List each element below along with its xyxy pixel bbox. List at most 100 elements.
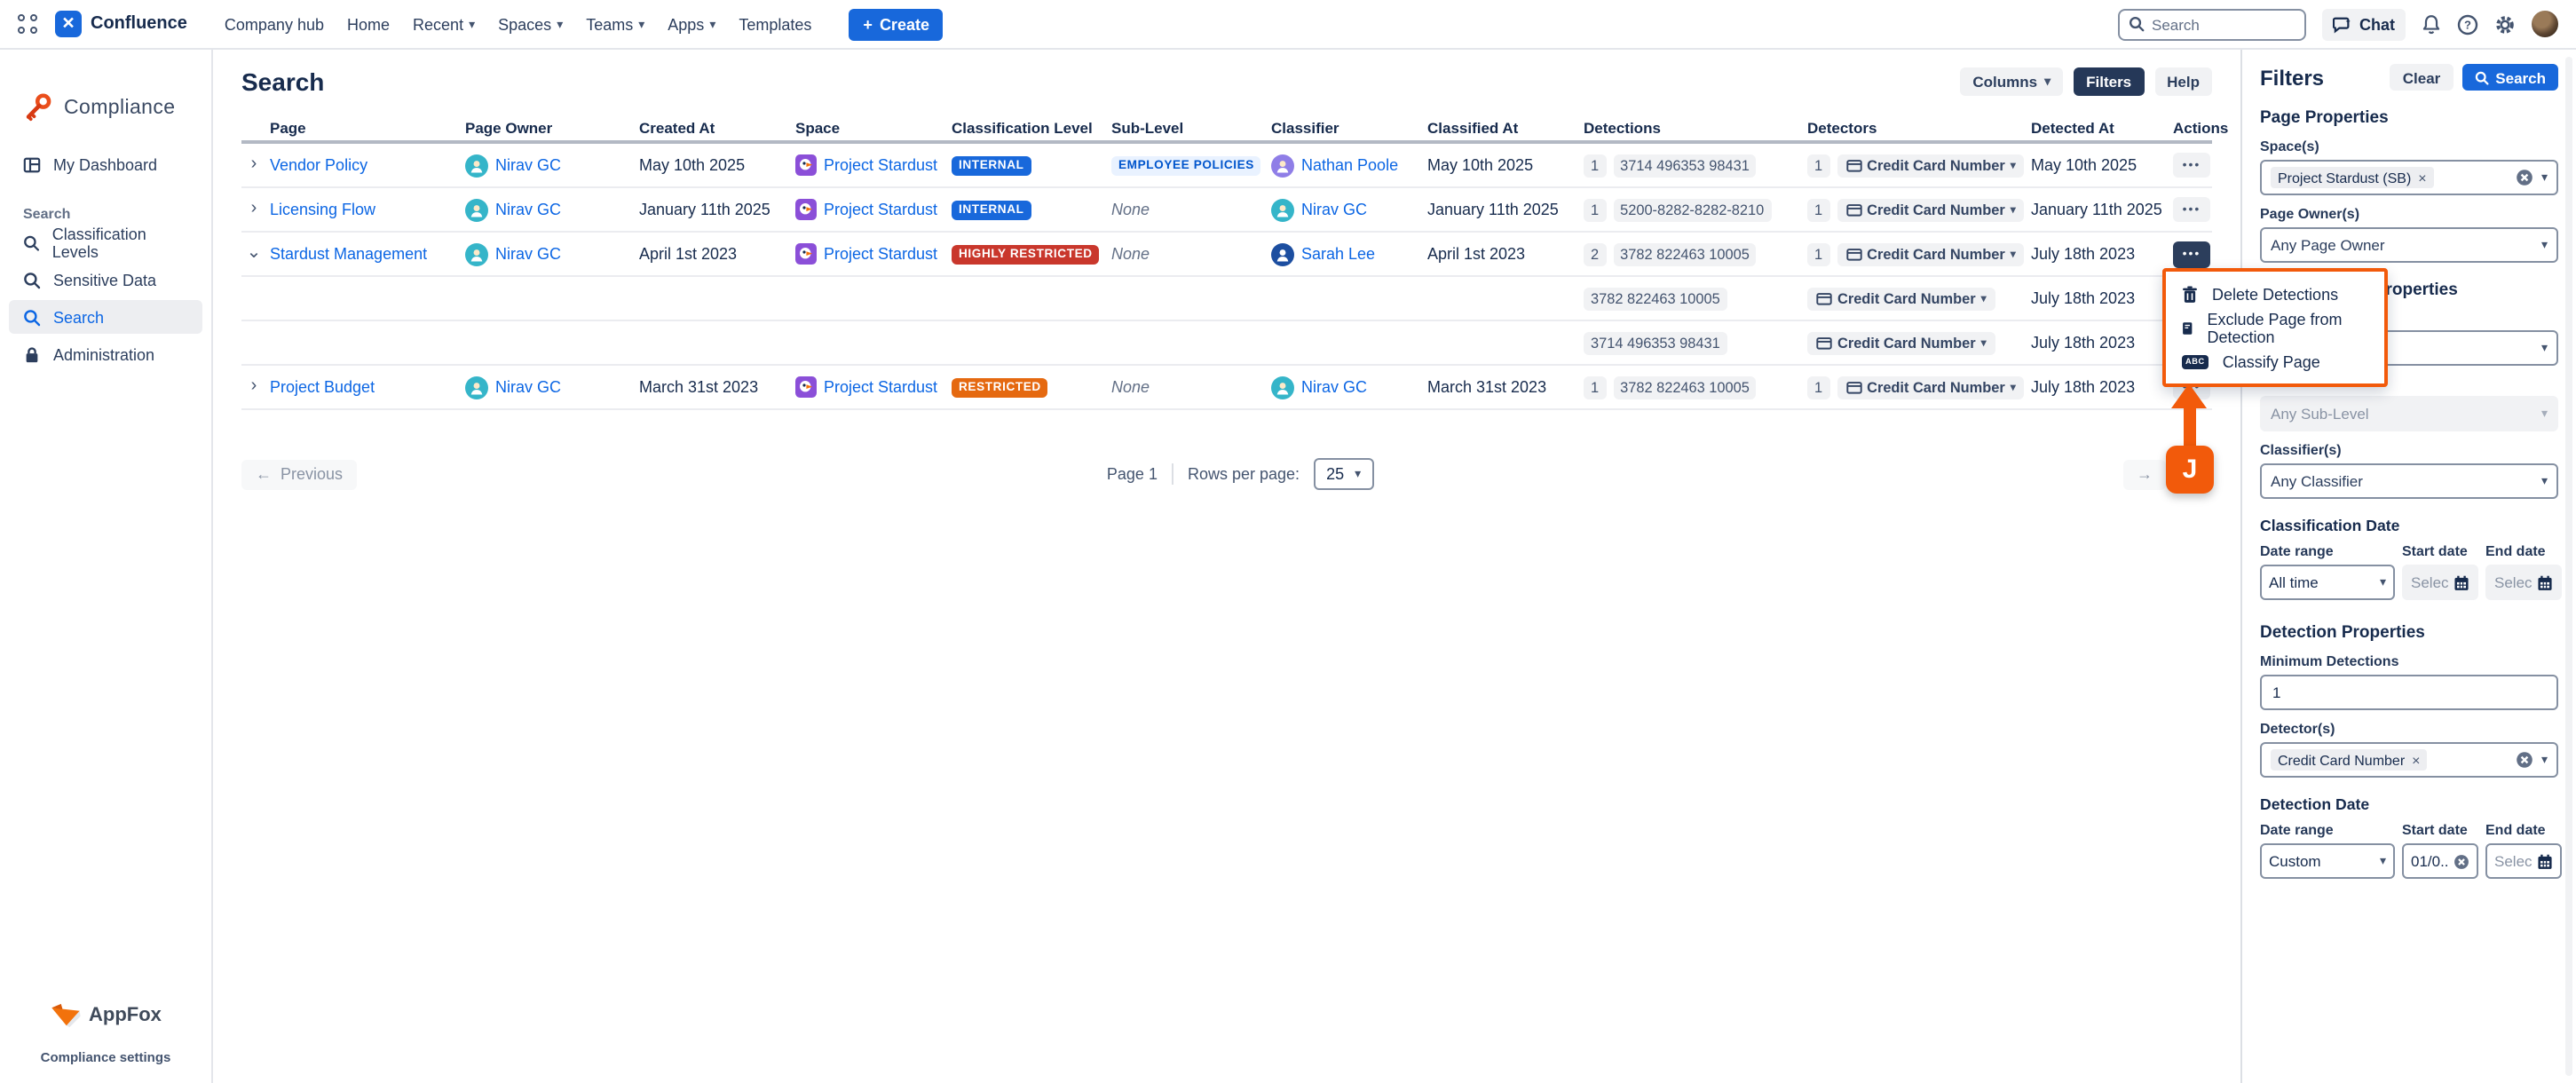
nav-item-recent[interactable]: Recent▾ [413, 15, 475, 33]
row-actions-button[interactable]: ••• [2173, 153, 2210, 178]
scrollbar[interactable] [2565, 57, 2572, 1076]
menu-item-exclude-page[interactable]: Exclude Page from Detection [2166, 311, 2384, 344]
previous-page-button[interactable]: ← Previous [241, 459, 357, 489]
help-button[interactable]: Help [2154, 67, 2212, 96]
col-header-created-at[interactable]: Created At [639, 118, 792, 136]
detection-end-date-input[interactable]: Selec [2485, 843, 2562, 879]
classification-level-badge: INTERNAL [952, 156, 1031, 176]
rows-per-page-select[interactable]: 25 ▾ [1314, 458, 1373, 490]
nav-item-templates[interactable]: Templates [739, 15, 811, 33]
apply-search-button[interactable]: Search [2461, 64, 2558, 91]
clear-filters-button[interactable]: Clear [2390, 64, 2454, 91]
classifier-select[interactable]: Any Classifier ▾ [2260, 463, 2558, 499]
space-link[interactable]: Project Stardust [824, 201, 937, 218]
detector-chip[interactable]: Credit Card Number▾ [1837, 375, 2025, 399]
nav-item-teams[interactable]: Teams▾ [586, 15, 644, 33]
sidebar-item-search[interactable]: Search [9, 300, 202, 334]
page-owner-link[interactable]: Nirav GC [495, 245, 561, 263]
space-link[interactable]: Project Stardust [824, 156, 937, 174]
classifier-link[interactable]: Sarah Lee [1301, 245, 1375, 263]
space-link[interactable]: Project Stardust [824, 245, 937, 263]
col-header-sub-level[interactable]: Sub-Level [1111, 118, 1268, 136]
classifier-link[interactable]: Nirav GC [1301, 201, 1367, 218]
chevron-down-icon: ▾ [557, 17, 563, 31]
page-owner-link[interactable]: Nirav GC [495, 201, 561, 218]
sidebar-item-classification-levels[interactable]: Classification Levels [9, 225, 202, 259]
columns-button[interactable]: Columns ▾ [1960, 67, 2063, 96]
notifications-bell-icon[interactable] [2422, 13, 2441, 35]
page-owner-select[interactable]: Any Page Owner ▾ [2260, 227, 2558, 263]
detectors-select[interactable]: Credit Card Number × ▾ [2260, 742, 2558, 778]
col-header-classified-at[interactable]: Classified At [1427, 118, 1580, 136]
col-header-page-owner[interactable]: Page Owner [465, 118, 636, 136]
expand-row-icon[interactable]: › [241, 201, 266, 218]
minimum-detections-input[interactable] [2260, 675, 2558, 710]
col-header-classification-level[interactable]: Classification Level [952, 118, 1108, 136]
nav-item-company-hub[interactable]: Company hub [225, 15, 324, 33]
col-header-detected-at[interactable]: Detected At [2031, 118, 2169, 136]
col-header-detections[interactable]: Detections [1584, 118, 1804, 136]
remove-chip-icon[interactable]: × [2412, 752, 2420, 768]
sidebar-item-sensitive-data[interactable]: Sensitive Data [9, 263, 202, 296]
section-detection-properties: Detection Properties [2260, 623, 2558, 643]
confluence-logo[interactable]: ✕ Confluence [55, 11, 187, 37]
row-actions-button[interactable]: ••• [2173, 197, 2210, 222]
sidebar-item-administration[interactable]: Administration [9, 337, 202, 371]
classified-at: April 1st 2023 [1427, 245, 1580, 263]
spaces-select[interactable]: Project Stardust (SB) × ▾ [2260, 160, 2558, 195]
chevron-down-icon: ▾ [2541, 474, 2548, 488]
nav-item-spaces[interactable]: Spaces▾ [498, 15, 563, 33]
expand-row-icon[interactable]: › [241, 378, 266, 396]
col-header-classifier[interactable]: Classifier [1271, 118, 1424, 136]
clear-select-icon[interactable] [2517, 169, 2534, 186]
page-owner-link[interactable]: Nirav GC [495, 156, 561, 174]
space-link[interactable]: Project Stardust [824, 378, 937, 396]
nav-item-apps[interactable]: Apps▾ [668, 15, 715, 33]
classifier-link[interactable]: Nathan Poole [1301, 156, 1398, 174]
menu-item-classify-page[interactable]: ABC Classify Page [2166, 344, 2384, 378]
sidebar-section-search: Search [23, 206, 188, 222]
detection-date-range-select[interactable]: Custom ▾ [2260, 843, 2395, 879]
detector-chip[interactable]: Credit Card Number▾ [1837, 242, 2025, 265]
global-search-box[interactable] [2118, 8, 2306, 40]
help-icon[interactable]: ? [2457, 13, 2478, 35]
detector-chip[interactable]: Credit Card Number▾ [1807, 287, 1995, 310]
clear-date-icon[interactable] [2454, 853, 2469, 869]
remove-chip-icon[interactable]: × [2418, 170, 2426, 186]
global-search-input[interactable] [2152, 15, 2287, 33]
avatar [1271, 154, 1294, 177]
next-page-button[interactable]: → [2123, 459, 2166, 489]
classifier-link[interactable]: Nirav GC [1301, 378, 1367, 396]
expand-row-icon[interactable]: › [241, 156, 266, 174]
col-header-space[interactable]: Space [795, 118, 948, 136]
detector-chip[interactable]: Credit Card Number▾ [1837, 198, 2025, 221]
detector-chip[interactable]: Credit Card Number▾ [1837, 154, 2025, 177]
collapse-row-icon[interactable]: ⌄ [241, 245, 266, 263]
row-actions-button-open[interactable]: ••• [2173, 241, 2210, 267]
arrow-right-icon: → [2137, 465, 2153, 483]
settings-gear-icon[interactable] [2494, 13, 2516, 35]
sidebar-item-my-dashboard[interactable]: My Dashboard [9, 147, 202, 181]
page-link[interactable]: Vendor Policy [270, 156, 462, 174]
app-switcher-icon[interactable] [18, 13, 39, 35]
create-button[interactable]: + Create [849, 8, 944, 40]
avatar [465, 198, 488, 221]
filters-button[interactable]: Filters [2074, 67, 2144, 96]
user-avatar[interactable] [2532, 11, 2558, 37]
nav-item-home[interactable]: Home [347, 15, 390, 33]
chevron-down-icon: ▾ [2011, 203, 2016, 216]
menu-item-delete-detections[interactable]: Delete Detections [2166, 277, 2384, 311]
chat-button[interactable]: Chat [2322, 8, 2406, 40]
page-link[interactable]: Project Budget [270, 378, 462, 396]
col-header-page[interactable]: Page [270, 118, 462, 136]
compliance-settings-link[interactable]: Compliance settings [0, 1049, 211, 1065]
col-header-detectors[interactable]: Detectors [1807, 118, 2027, 136]
classification-date-range-select[interactable]: All time ▾ [2260, 565, 2395, 600]
detection-start-date-input[interactable]: 01/0... [2402, 843, 2478, 879]
page-link[interactable]: Stardust Management [270, 245, 462, 263]
arrow-left-icon: ← [256, 465, 272, 483]
detector-chip[interactable]: Credit Card Number▾ [1807, 331, 1995, 354]
clear-select-icon[interactable] [2517, 751, 2534, 769]
page-owner-link[interactable]: Nirav GC [495, 378, 561, 396]
page-link[interactable]: Licensing Flow [270, 201, 462, 218]
